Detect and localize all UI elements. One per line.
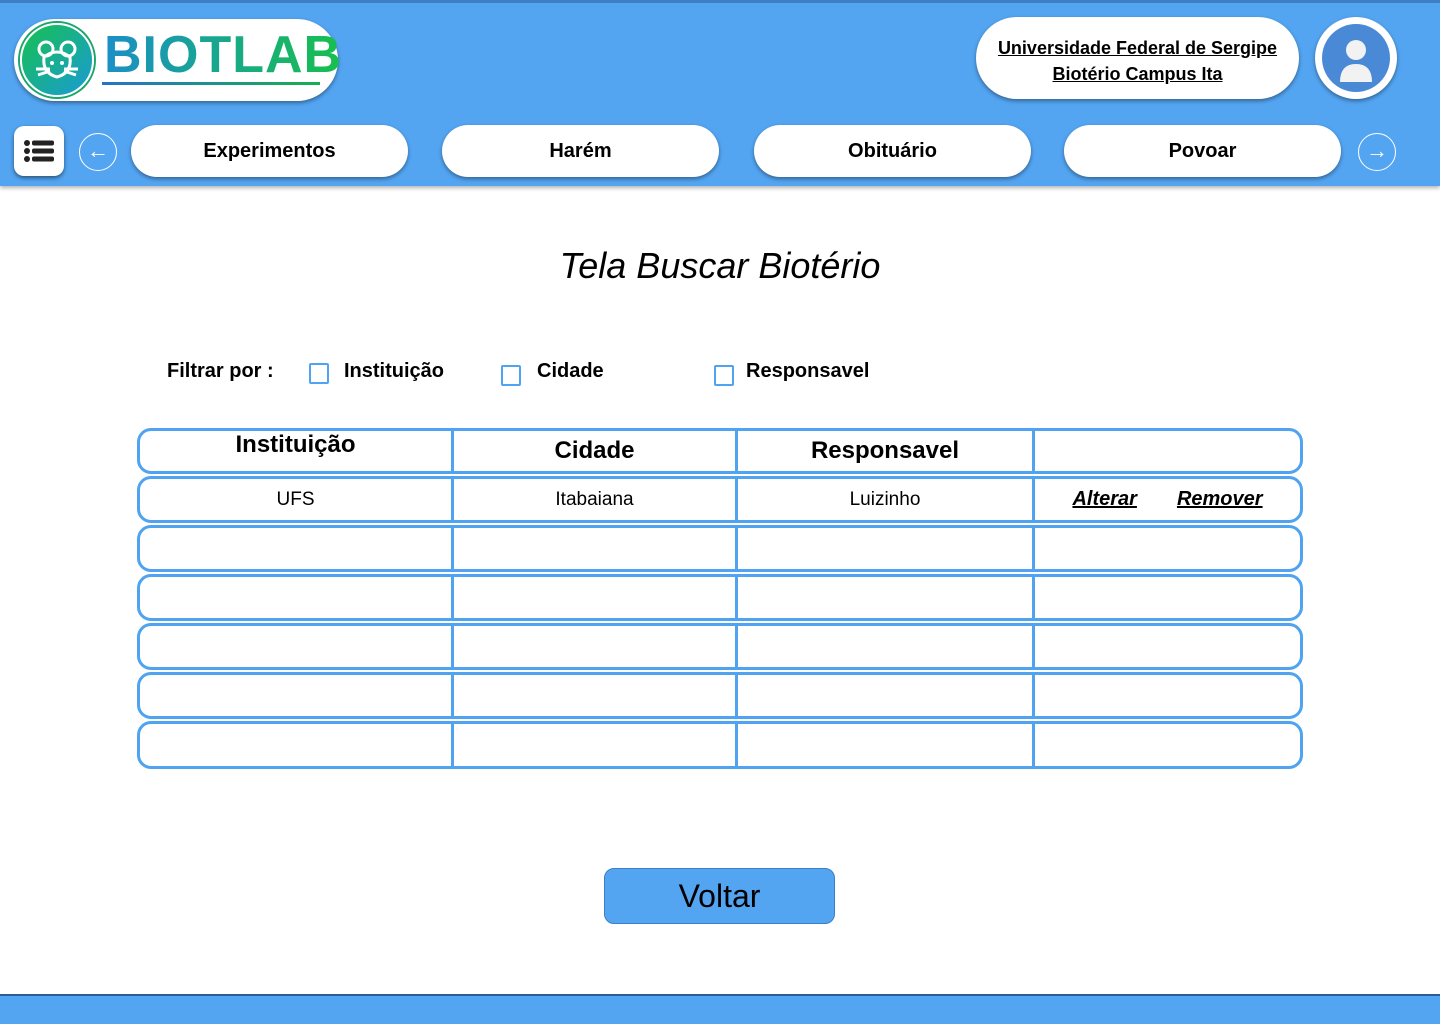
filter-responsavel-label: Responsavel <box>746 360 870 382</box>
cell-responsavel: Luizinho <box>735 479 1032 520</box>
logo-underline <box>102 82 320 85</box>
header-responsavel: Responsavel <box>735 431 1032 471</box>
table-row-empty <box>137 574 1303 621</box>
filter-label: Filtrar por : <box>167 360 274 382</box>
filter-cidade-label: Cidade <box>537 360 604 382</box>
remover-link[interactable]: Remover <box>1177 488 1263 511</box>
logo[interactable]: BIOTLAB <box>14 19 341 101</box>
table-header: Instituição Cidade Responsavel <box>137 428 1303 474</box>
avatar[interactable] <box>1315 17 1397 99</box>
table-row-empty <box>137 623 1303 670</box>
table-row: UFS Itabaiana Luizinho Alterar Remover <box>137 476 1303 523</box>
header-cidade: Cidade <box>451 431 735 471</box>
arrow-left-icon[interactable]: ← <box>79 133 117 171</box>
checkbox-responsavel[interactable] <box>714 365 734 386</box>
checkbox-cidade[interactable] <box>501 365 521 386</box>
nav-harem[interactable]: Harém <box>442 125 719 177</box>
university-name[interactable]: Universidade Federal de Sergipe <box>976 35 1299 61</box>
header-actions <box>1032 431 1300 471</box>
alterar-link[interactable]: Alterar <box>1072 488 1136 511</box>
institution-badge[interactable]: Universidade Federal de Sergipe Biotério… <box>976 17 1299 99</box>
header-instituicao: Instituição <box>235 431 356 458</box>
header: BIOTLAB Universidade Federal de Sergipe … <box>0 0 1440 186</box>
nav-povoar[interactable]: Povoar <box>1064 125 1341 177</box>
table-row-empty <box>137 672 1303 719</box>
cell-instituicao: UFS <box>276 488 315 510</box>
checkbox-instituicao[interactable] <box>309 363 329 384</box>
cell-actions: Alterar Remover <box>1032 479 1300 520</box>
logo-text: BIOTLAB <box>104 26 343 84</box>
nav-obituario[interactable]: Obituário <box>754 125 1031 177</box>
cell-cidade: Itabaiana <box>451 479 735 520</box>
filter-instituicao-label: Instituição <box>344 360 445 382</box>
campus-name[interactable]: Biotério Campus Ita <box>976 61 1299 87</box>
table-row-empty <box>137 721 1303 769</box>
arrow-right-icon[interactable]: → <box>1358 133 1396 171</box>
list-icon <box>24 140 54 162</box>
nav-experimentos[interactable]: Experimentos <box>131 125 408 177</box>
user-icon <box>1322 24 1390 92</box>
footer <box>0 994 1440 1024</box>
voltar-button[interactable]: Voltar <box>604 868 835 924</box>
mouse-icon <box>20 23 94 97</box>
table-row-empty <box>137 525 1303 572</box>
page-title: Tela Buscar Biotério <box>559 245 881 286</box>
menu-button[interactable] <box>14 126 64 176</box>
